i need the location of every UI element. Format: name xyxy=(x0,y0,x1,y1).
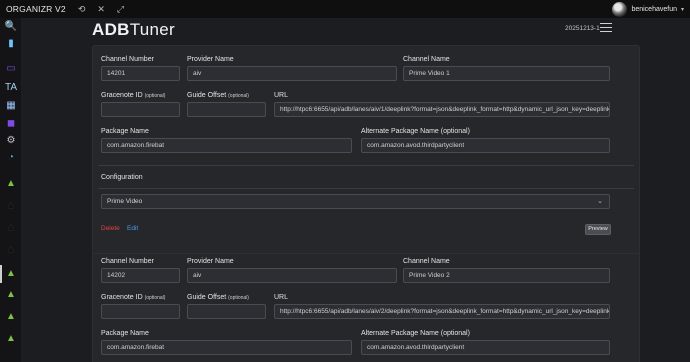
package-name-label: Package Name xyxy=(101,128,149,135)
battery-app-icon[interactable]: ▮ xyxy=(4,37,18,51)
grid-app-icon[interactable]: ◼ xyxy=(4,117,18,131)
channel-card: Channel Number Provider Name Channel Nam… xyxy=(92,45,640,258)
gracenote-id-input[interactable] xyxy=(101,304,180,319)
settings-app-icon[interactable]: ⚙ xyxy=(4,134,18,148)
alt-package-name-input[interactable]: com.amazon.avod.thirdpartyclient xyxy=(361,138,610,153)
refresh-icon[interactable]: ⟲ xyxy=(78,0,86,18)
divider xyxy=(98,165,634,166)
alt-package-name-label: Alternate Package Name (optional) xyxy=(361,128,470,135)
ta-app-icon[interactable]: TA xyxy=(4,81,18,95)
configuration-select[interactable]: Prime Video ⌄ xyxy=(101,194,610,209)
ticket-app-icon[interactable]: ▭ xyxy=(4,62,18,76)
android-app-icon[interactable]: ▲ xyxy=(4,267,18,281)
windows-app-icon[interactable]: ▦ xyxy=(4,99,18,113)
app-dock: 🔍 ▮ ▭ TA ▦ ◼ ⚙ ◔ ▲ ▲ ▲ ▲ ▲ ▲ ▲ ▲ xyxy=(0,18,22,362)
gauge-app-icon[interactable]: ◔ xyxy=(4,151,18,165)
url-input[interactable]: http://htpc6:6655/api/adb/lanes/aiv/1/de… xyxy=(274,102,610,117)
gracenote-id-label: Gracenote ID (optional) xyxy=(101,92,166,99)
chevron-down-icon: ⌄ xyxy=(597,198,603,205)
channel-name-input[interactable]: Prime Video 1 xyxy=(403,66,610,81)
main-content: ADBTuner 20251213-1 Channel Number Provi… xyxy=(22,18,690,362)
avatar[interactable] xyxy=(612,1,628,17)
edit-button[interactable]: Edit xyxy=(127,225,138,232)
gracenote-id-label: Gracenote ID (optional) xyxy=(101,294,166,301)
provider-name-label: Provider Name xyxy=(187,56,234,63)
channel-number-label: Channel Number xyxy=(101,258,154,265)
expand-icon[interactable]: ⤢ xyxy=(117,0,124,18)
android-dark-app-icon[interactable]: ▲ xyxy=(4,221,18,235)
android-app-icon[interactable]: ▲ xyxy=(4,332,18,346)
divider xyxy=(98,188,634,189)
channel-number-input[interactable]: 14202 xyxy=(101,268,180,283)
channel-name-label: Channel Name xyxy=(403,56,450,63)
android-dark-app-icon[interactable]: ▲ xyxy=(4,199,18,213)
android-app-icon[interactable]: ▲ xyxy=(4,177,18,191)
package-name-input[interactable]: com.amazon.firebat xyxy=(101,138,352,153)
channel-number-label: Channel Number xyxy=(101,56,154,63)
gracenote-id-input[interactable] xyxy=(101,102,180,117)
active-indicator xyxy=(0,265,2,283)
url-label: URL xyxy=(274,92,289,99)
guide-offset-label: Guide Offset (optional) xyxy=(187,92,249,99)
channel-number-input[interactable]: 14201 xyxy=(101,66,180,81)
configuration-label: Configuration xyxy=(101,174,143,181)
guide-offset-input[interactable] xyxy=(187,304,266,319)
app-name: ORGANIZR V2 xyxy=(6,4,66,14)
guide-offset-input[interactable] xyxy=(187,102,266,117)
package-name-input[interactable]: com.amazon.firebat xyxy=(101,340,352,355)
user-name[interactable]: benicehavefun xyxy=(631,6,677,13)
channel-card: Channel Number Provider Name Channel Nam… xyxy=(92,253,640,362)
package-name-label: Package Name xyxy=(101,330,149,337)
search-app-icon[interactable]: 🔍 xyxy=(4,20,18,34)
alt-package-name-label: Alternate Package Name (optional) xyxy=(361,330,470,337)
url-input[interactable]: http://htpc6:6655/api/adb/lanes/aiv/2/de… xyxy=(274,304,610,319)
top-bar: ORGANIZR V2 ⟲ ✕ ⤢ benicehavefun ▾ xyxy=(0,0,690,18)
alt-package-name-input[interactable]: com.amazon.avod.thirdpartyclient xyxy=(361,340,610,355)
version-label: 20251213-1 xyxy=(565,25,600,32)
close-icon[interactable]: ✕ xyxy=(97,0,105,18)
provider-name-input[interactable]: aiv xyxy=(187,268,397,283)
provider-name-input[interactable]: aiv xyxy=(187,66,397,81)
android-dark-app-icon[interactable]: ▲ xyxy=(4,243,18,257)
android-app-icon[interactable]: ▲ xyxy=(4,288,18,302)
configuration-value: Prime Video xyxy=(107,198,143,205)
android-app-icon[interactable]: ▲ xyxy=(4,310,18,324)
url-label: URL xyxy=(274,294,289,301)
channel-name-label: Channel Name xyxy=(403,258,450,265)
channel-name-input[interactable]: Prime Video 2 xyxy=(403,268,610,283)
delete-button[interactable]: Delete xyxy=(101,225,120,232)
brand-logo: ADBTuner xyxy=(92,20,176,39)
chevron-down-icon[interactable]: ▾ xyxy=(681,6,684,13)
guide-offset-label: Guide Offset (optional) xyxy=(187,294,249,301)
preview-button[interactable]: Preview xyxy=(585,224,611,235)
provider-name-label: Provider Name xyxy=(187,258,234,265)
user-menu[interactable]: benicehavefun ▾ xyxy=(612,1,684,17)
menu-icon[interactable] xyxy=(600,23,612,32)
